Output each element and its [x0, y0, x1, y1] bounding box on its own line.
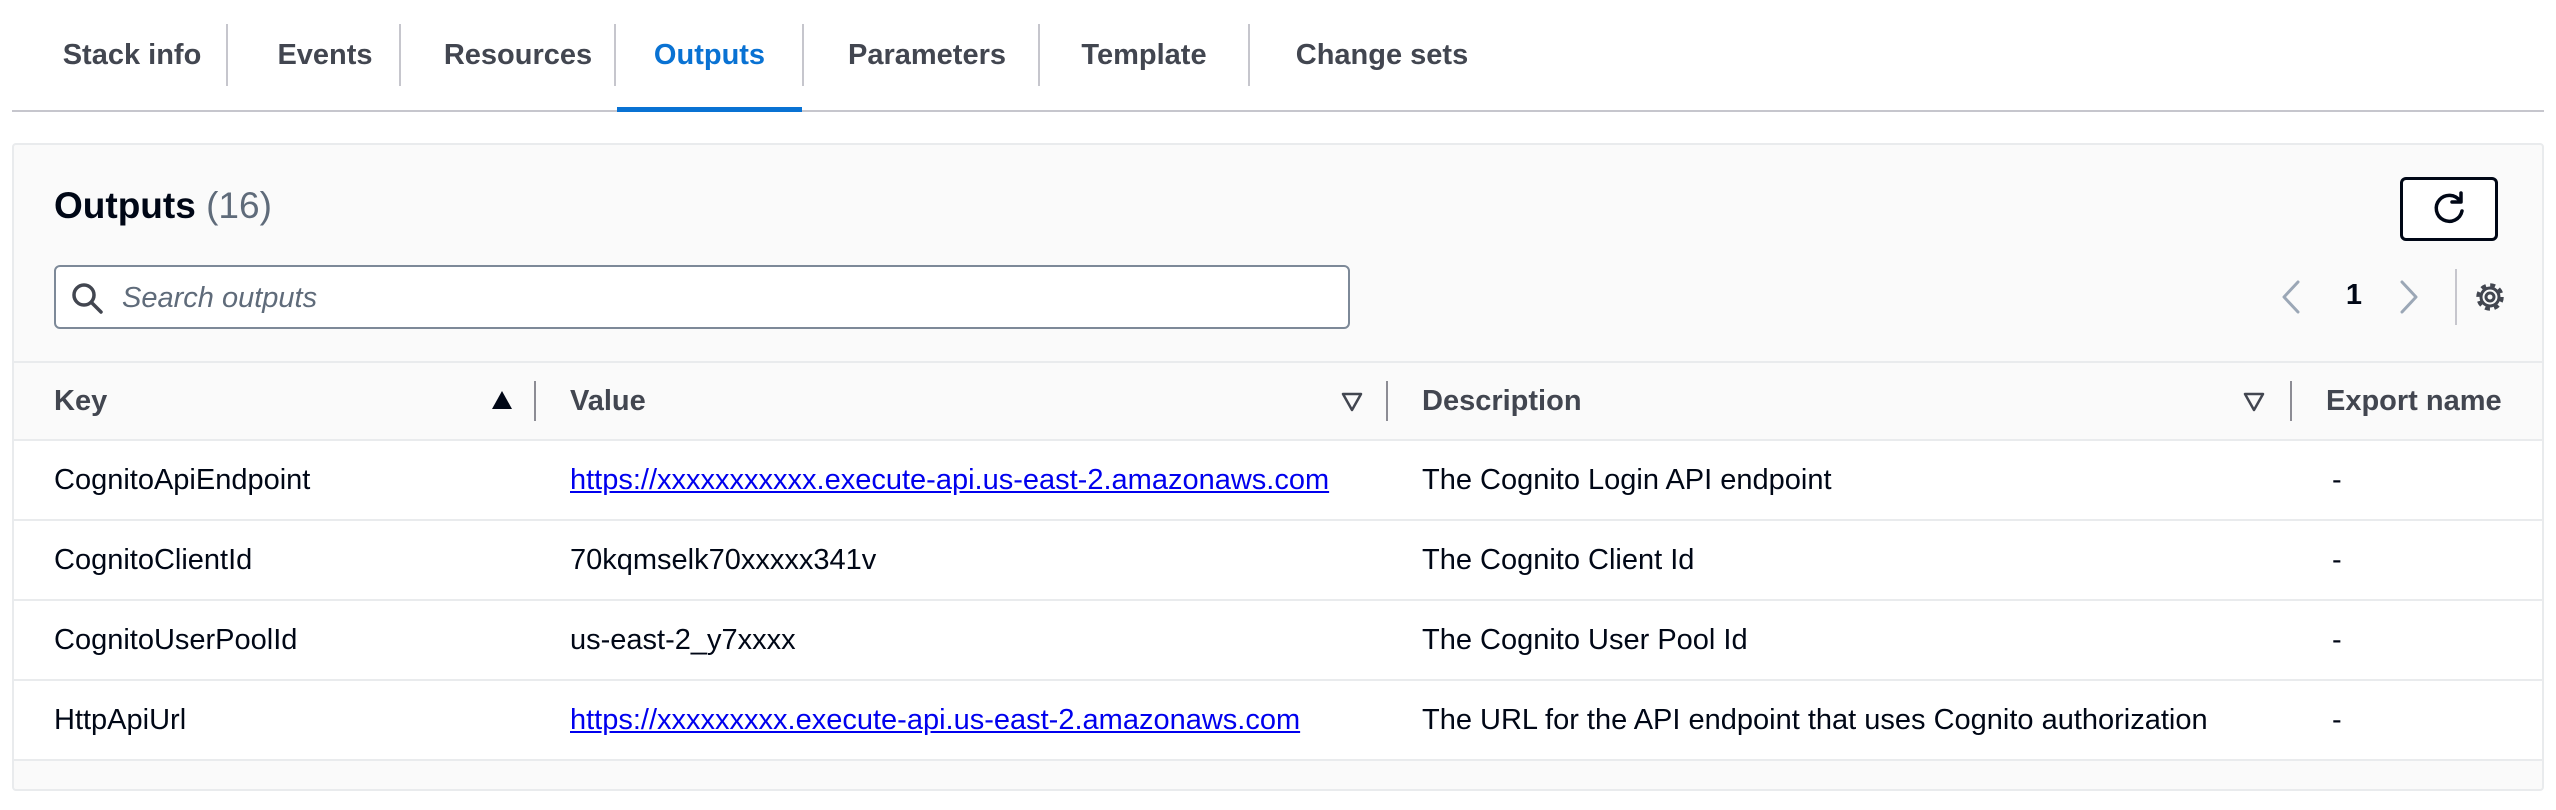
table-header: Key Value Description Export name: [14, 361, 2542, 441]
cell-value: us-east-2_y7xxxx: [570, 623, 796, 656]
cell-description: The Cognito User Pool Id: [1422, 623, 1748, 656]
cell-key: CognitoUserPoolId: [54, 623, 298, 656]
page-title: Outputs (16): [54, 185, 272, 227]
column-resizer[interactable]: [534, 381, 536, 421]
column-header-value[interactable]: Value: [570, 363, 646, 439]
column-resizer[interactable]: [1386, 381, 1388, 421]
tab-divider: [614, 24, 616, 86]
tab-outputs[interactable]: Outputs: [617, 0, 802, 112]
page-number[interactable]: 1: [2337, 279, 2371, 312]
search-input[interactable]: [120, 275, 1324, 321]
table-row: CognitoUserPoolId us-east-2_y7xxxx The C…: [14, 601, 2542, 681]
tab-bar: Stack info Events Resources Outputs Para…: [12, 0, 2544, 112]
sort-icon[interactable]: [1338, 387, 1366, 415]
search-field[interactable]: [54, 265, 1350, 329]
cell-value: 70kqmselk70xxxxx341v: [570, 543, 877, 576]
tab-stack-info[interactable]: Stack info: [26, 0, 238, 110]
cell-export-name: -: [2332, 463, 2342, 496]
value-link[interactable]: https://xxxxxxxxx.execute-api.us-east-2.…: [570, 704, 1300, 737]
refresh-icon: [2434, 191, 2464, 224]
column-header-description[interactable]: Description: [1422, 363, 1582, 439]
refresh-button[interactable]: [2400, 177, 2498, 241]
next-page-button[interactable]: [2392, 277, 2426, 317]
chevron-left-icon: [2282, 280, 2300, 314]
preferences-button[interactable]: [2468, 275, 2512, 319]
cell-key: CognitoClientId: [54, 543, 253, 576]
cell-export-name: -: [2332, 543, 2342, 576]
search-icon: [72, 283, 103, 314]
chevron-right-icon: [2400, 280, 2418, 314]
column-header-export-name[interactable]: Export name: [2326, 363, 2502, 439]
cell-export-name: -: [2332, 623, 2342, 656]
cell-description: The URL for the API endpoint that uses C…: [1422, 703, 2208, 736]
pager-divider: [2455, 269, 2457, 325]
cell-key: CognitoApiEndpoint: [54, 463, 311, 496]
tab-divider: [1248, 24, 1250, 86]
column-header-key[interactable]: Key: [54, 363, 107, 439]
outputs-title: Outputs: [54, 185, 196, 226]
tab-divider: [1038, 24, 1040, 86]
tab-events[interactable]: Events: [240, 0, 410, 110]
table-row: CognitoClientId 70kqmselk70xxxxx341v The…: [14, 521, 2542, 601]
tab-template[interactable]: Template: [1044, 0, 1244, 110]
cell-description: The Cognito Client Id: [1422, 543, 1695, 576]
cell-export-name: -: [2332, 703, 2342, 736]
value-link[interactable]: https://xxxxxxxxxxx.execute-api.us-east-…: [570, 464, 1329, 497]
cell-value: https://xxxxxxxxx.execute-api.us-east-2.…: [570, 681, 1300, 759]
tab-divider: [802, 24, 804, 86]
sort-ascending-icon[interactable]: [488, 387, 516, 415]
table-row: CognitoApiEndpoint https://xxxxxxxxxxx.e…: [14, 441, 2542, 521]
table-row: HttpApiUrl https://xxxxxxxxx.execute-api…: [14, 681, 2542, 761]
outputs-header: Outputs (16) 1: [14, 145, 2542, 363]
tab-change-sets[interactable]: Change sets: [1262, 0, 1502, 110]
tab-resources[interactable]: Resources: [412, 0, 624, 110]
tab-parameters[interactable]: Parameters: [812, 0, 1042, 110]
gear-icon: [2476, 283, 2504, 311]
cell-key: HttpApiUrl: [54, 703, 187, 736]
cell-value: https://xxxxxxxxxxx.execute-api.us-east-…: [570, 441, 1329, 519]
previous-page-button[interactable]: [2274, 277, 2308, 317]
tab-divider: [226, 24, 228, 86]
outputs-count: (16): [206, 185, 272, 226]
outputs-panel: Outputs (16) 1: [12, 143, 2544, 791]
column-resizer[interactable]: [2290, 381, 2292, 421]
tab-divider: [399, 24, 401, 86]
sort-icon[interactable]: [2240, 387, 2268, 415]
cell-description: The Cognito Login API endpoint: [1422, 463, 1832, 496]
